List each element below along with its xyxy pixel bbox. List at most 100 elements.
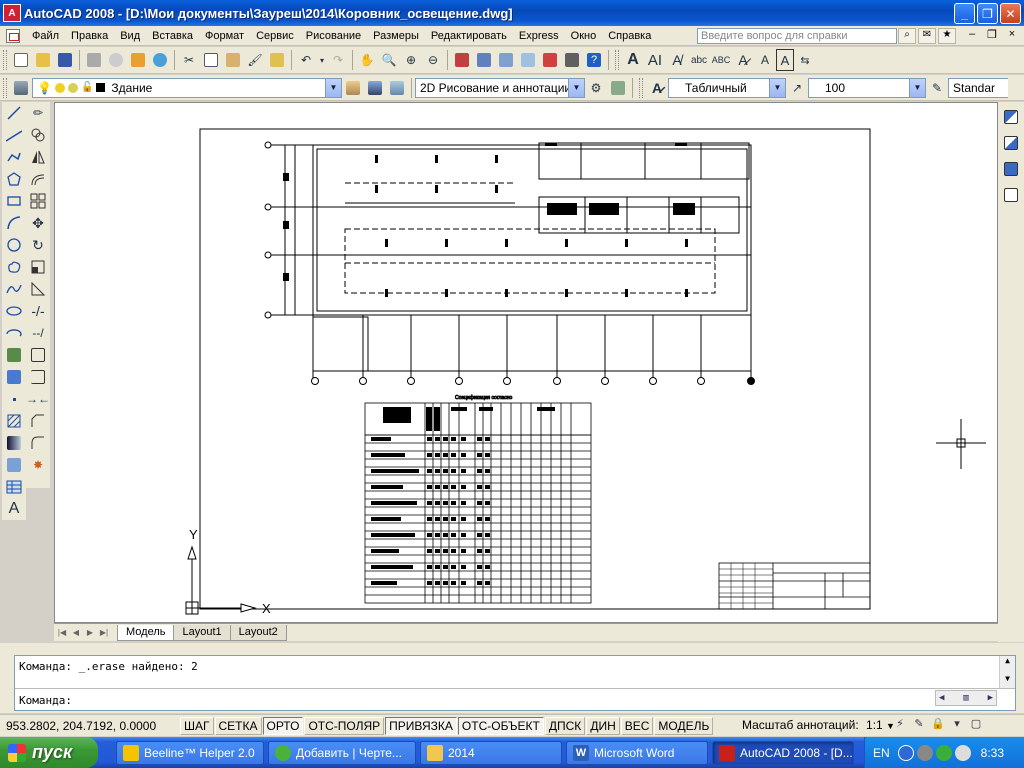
polygon-icon[interactable] — [3, 168, 25, 190]
menu-insert[interactable]: Вставка — [146, 30, 199, 42]
toolbar-grip[interactable] — [639, 77, 643, 98]
hatch-icon[interactable] — [3, 410, 25, 432]
menu-view[interactable]: Вид — [114, 30, 146, 42]
redo-icon[interactable]: ↷ — [327, 49, 349, 71]
layer-manager-icon[interactable] — [10, 77, 32, 99]
spline-icon[interactable] — [3, 278, 25, 300]
text-style-select[interactable]: Табличный ▼ — [668, 77, 786, 98]
pan-icon[interactable]: ✋ — [356, 49, 378, 71]
gradient-icon[interactable] — [3, 432, 25, 454]
clock[interactable]: 8:33 — [981, 746, 1004, 760]
find-replace-icon[interactable]: abc — [688, 49, 710, 71]
dyn-toggle[interactable]: ДИН — [586, 716, 620, 735]
model-space-canvas[interactable]: Спецификация согласно Y X — [54, 102, 998, 623]
command-hscroll[interactable]: ◀ ▥ ▶ — [935, 690, 997, 706]
toolbar-lock-icon[interactable]: 🔒 — [930, 717, 946, 733]
insert-block-icon[interactable] — [3, 344, 25, 366]
zoom-realtime-icon[interactable]: 🔍 — [378, 49, 400, 71]
save-icon[interactable] — [54, 49, 76, 71]
rectangle-icon[interactable] — [3, 190, 25, 212]
design-center-icon[interactable] — [473, 49, 495, 71]
command-scrollbar[interactable]: ▲ ▼ — [999, 656, 1015, 688]
mirror-icon[interactable] — [27, 146, 49, 168]
workspace-save-icon[interactable] — [607, 77, 629, 99]
offset-icon[interactable] — [27, 168, 49, 190]
language-indicator[interactable]: EN — [873, 746, 890, 760]
task-beeline[interactable]: Beeline™ Helper 2.0 — [116, 740, 264, 765]
extend-icon[interactable]: --/ — [27, 322, 49, 344]
workspace-settings-icon[interactable]: ⚙ — [585, 77, 607, 99]
table-style-select[interactable]: Standar — [948, 77, 1008, 98]
snap-toggle[interactable]: ШАГ — [180, 716, 214, 735]
tab-layout2[interactable]: Layout2 — [229, 624, 287, 641]
otrack-toggle[interactable]: ОТС-ОБЪЕКТ — [457, 716, 544, 735]
new-file-icon[interactable] — [10, 49, 32, 71]
region-icon[interactable] — [3, 454, 25, 476]
stretch-icon[interactable] — [27, 278, 49, 300]
annotation-visibility-icon[interactable]: ⚡ — [892, 717, 908, 733]
ellipse-icon[interactable] — [3, 300, 25, 322]
maximize-button[interactable]: ❐ — [977, 3, 998, 24]
break-at-point-icon[interactable] — [27, 344, 49, 366]
edit-text-icon[interactable]: A̸ — [666, 49, 688, 71]
markup-icon[interactable] — [539, 49, 561, 71]
task-folder-2014[interactable]: 2014 — [420, 740, 562, 765]
break-icon[interactable] — [27, 366, 49, 388]
table-style-icon[interactable]: ✎ — [926, 77, 948, 99]
toolbar-grip[interactable] — [3, 50, 7, 70]
task-autocad[interactable]: AutoCAD 2008 - [D... — [712, 740, 854, 765]
explode-icon[interactable]: ✸ — [27, 454, 49, 476]
properties-icon[interactable] — [451, 49, 473, 71]
workspace-select[interactable]: 2D Рисование и аннотации ▼ — [415, 77, 585, 98]
text-style-icon[interactable]: A̷ — [732, 49, 754, 71]
layer-states-icon[interactable] — [386, 77, 408, 99]
line-icon[interactable] — [3, 102, 25, 124]
minimize-button[interactable]: _ — [954, 3, 975, 24]
chevron-down-icon[interactable]: ▼ — [769, 78, 785, 97]
menu-help[interactable]: Справка — [602, 30, 657, 42]
osnap-toggle[interactable]: ПРИВЯЗКА — [385, 716, 457, 735]
copy-object-icon[interactable] — [27, 124, 49, 146]
menu-edit[interactable]: Правка — [65, 30, 114, 42]
toolbar-grip[interactable] — [615, 50, 619, 70]
last-tab-icon[interactable]: ▶| — [98, 627, 110, 639]
draw-order-back-icon[interactable] — [1000, 132, 1022, 154]
help-search-input[interactable]: Введите вопрос для справки — [697, 28, 897, 44]
point-icon[interactable] — [3, 388, 25, 410]
tray-app-green-icon[interactable] — [935, 744, 952, 761]
dimension-style-icon[interactable]: ↗ — [786, 77, 808, 99]
prev-tab-icon[interactable]: ◀ — [70, 627, 82, 639]
command-prompt[interactable]: Команда: — [19, 694, 72, 707]
menu-modify[interactable]: Редактировать — [425, 30, 513, 42]
construction-line-icon[interactable] — [3, 124, 25, 146]
layer-previous-icon[interactable] — [364, 77, 386, 99]
table-icon[interactable] — [3, 476, 25, 498]
publish-icon[interactable] — [127, 49, 149, 71]
copy-icon[interactable] — [200, 49, 222, 71]
menu-express[interactable]: Express — [513, 30, 565, 42]
scale-icon[interactable] — [27, 256, 49, 278]
bring-above-icon[interactable] — [1000, 158, 1022, 180]
trim-icon[interactable]: -/- — [27, 300, 49, 322]
ortho-toggle[interactable]: ОРТО — [262, 716, 304, 735]
close-button[interactable]: ✕ — [1000, 3, 1021, 24]
favorites-star-icon[interactable]: ★ — [938, 28, 956, 44]
grid-toggle[interactable]: СЕТКА — [214, 716, 262, 735]
menu-dimension[interactable]: Размеры — [367, 30, 425, 42]
tab-model[interactable]: Модель — [117, 624, 175, 641]
undo-dropdown-icon[interactable]: ▾ — [317, 49, 327, 71]
document-icon[interactable] — [6, 28, 20, 43]
plot-preview-icon[interactable] — [105, 49, 127, 71]
multiline-text-icon[interactable]: A — [622, 49, 644, 71]
print-icon[interactable] — [83, 49, 105, 71]
task-word[interactable]: W Microsoft Word — [566, 740, 708, 765]
lineweight-toggle[interactable]: ВЕС — [620, 716, 654, 735]
ellipse-arc-icon[interactable] — [3, 322, 25, 344]
open-file-icon[interactable] — [32, 49, 54, 71]
menu-window[interactable]: Окно — [565, 30, 603, 42]
clean-screen-icon[interactable]: ▢ — [968, 717, 984, 733]
make-block-icon[interactable] — [3, 366, 25, 388]
scale-text-icon[interactable]: A — [754, 49, 776, 71]
paste-icon[interactable] — [222, 49, 244, 71]
3d-dwf-icon[interactable] — [149, 49, 171, 71]
